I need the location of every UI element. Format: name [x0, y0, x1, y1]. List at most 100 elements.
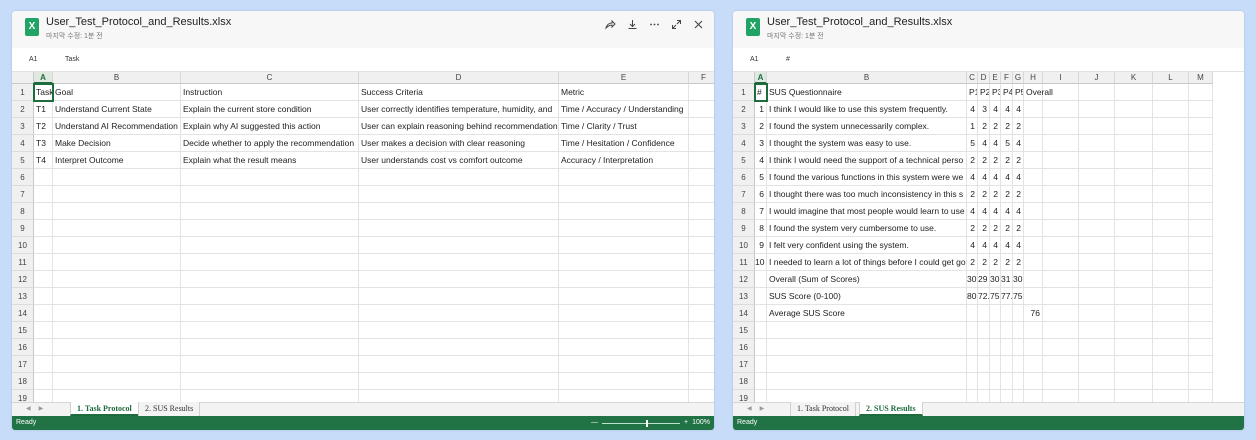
cell-g5[interactable]: 2 [1013, 152, 1024, 169]
cell-l15[interactable] [1153, 322, 1189, 339]
column-header-h[interactable]: H [1024, 72, 1043, 84]
cell-b16[interactable] [767, 339, 967, 356]
cell-i8[interactable] [1043, 203, 1079, 220]
cell-a5[interactable]: T4 [34, 152, 53, 169]
row-header[interactable]: 12 [12, 271, 34, 288]
cell-k9[interactable] [1115, 220, 1153, 237]
column-header-b[interactable]: B [767, 72, 967, 84]
cell-a3[interactable]: T2 [34, 118, 53, 135]
cell-e13[interactable] [559, 288, 689, 305]
cell-e2[interactable]: 4 [990, 101, 1001, 118]
cell-e8[interactable]: 4 [990, 203, 1001, 220]
cell-f13[interactable] [689, 288, 714, 305]
cell-d13[interactable] [359, 288, 559, 305]
cell-i2[interactable] [1043, 101, 1079, 118]
cell-b14[interactable] [53, 305, 181, 322]
cell-a6[interactable] [34, 169, 53, 186]
cell-e17[interactable] [559, 356, 689, 373]
cell-c18[interactable] [181, 373, 359, 390]
cell-e4[interactable]: 4 [990, 135, 1001, 152]
tab-task-protocol[interactable]: 1. Task Protocol [70, 402, 139, 416]
sheet-grid[interactable]: A B C D E F 1 Task Goal Instruction Success Criter… [12, 72, 714, 402]
cell-l14[interactable] [1153, 305, 1189, 322]
zoom-in-button[interactable]: + [684, 416, 688, 430]
cell-f10[interactable] [689, 237, 714, 254]
cell-m2[interactable] [1189, 101, 1213, 118]
cell-k3[interactable] [1115, 118, 1153, 135]
row-header[interactable]: 7 [12, 186, 34, 203]
cell-l13[interactable] [1153, 288, 1189, 305]
cell-l6[interactable] [1153, 169, 1189, 186]
cell-l18[interactable] [1153, 373, 1189, 390]
cell-e14[interactable] [990, 305, 1001, 322]
cell-a17[interactable] [755, 356, 767, 373]
cell-h15[interactable] [1024, 322, 1043, 339]
cell-e10[interactable] [559, 237, 689, 254]
row-header[interactable]: 2 [12, 101, 34, 118]
cell-d6[interactable] [359, 169, 559, 186]
cell-b19[interactable] [767, 390, 967, 402]
cell-e5[interactable]: Accuracy / Interpretation [559, 152, 689, 169]
cell-b6[interactable] [53, 169, 181, 186]
cell-m19[interactable] [1189, 390, 1213, 402]
cell-g2[interactable]: 4 [1013, 101, 1024, 118]
row-header[interactable]: 9 [12, 220, 34, 237]
cell-m11[interactable] [1189, 254, 1213, 271]
cell-a19[interactable] [34, 390, 53, 402]
formula-input[interactable]: # [783, 52, 1240, 67]
cell-b6[interactable]: I found the various functions in this sy… [767, 169, 967, 186]
cell-a3[interactable]: 2 [755, 118, 767, 135]
cell-b8[interactable] [53, 203, 181, 220]
cell-b5[interactable]: I think I would need the support of a te… [767, 152, 967, 169]
cell-d17[interactable] [978, 356, 990, 373]
cell-m15[interactable] [1189, 322, 1213, 339]
row-header[interactable]: 18 [733, 373, 755, 390]
cell-j18[interactable] [1079, 373, 1115, 390]
cell-c3[interactable]: Explain why AI suggested this action [181, 118, 359, 135]
cell-d3[interactable]: User can explain reasoning behind recomm… [359, 118, 559, 135]
cell-j12[interactable] [1079, 271, 1115, 288]
share-icon[interactable] [605, 19, 616, 30]
cell-m14[interactable] [1189, 305, 1213, 322]
cell-e12[interactable]: 30 [990, 271, 1001, 288]
cell-d9[interactable]: 2 [978, 220, 990, 237]
more-icon[interactable] [649, 19, 660, 30]
cell-m12[interactable] [1189, 271, 1213, 288]
sheet-nav[interactable]: ◀▶ [26, 405, 51, 412]
cell-j8[interactable] [1079, 203, 1115, 220]
cell-e12[interactable] [559, 271, 689, 288]
cell-m10[interactable] [1189, 237, 1213, 254]
cell-i18[interactable] [1043, 373, 1079, 390]
column-header-d[interactable]: D [978, 72, 990, 84]
cell-k16[interactable] [1115, 339, 1153, 356]
cell-l7[interactable] [1153, 186, 1189, 203]
column-header-a[interactable]: A [34, 72, 53, 84]
cell-l2[interactable] [1153, 101, 1189, 118]
cell-c11[interactable] [181, 254, 359, 271]
cell-j16[interactable] [1079, 339, 1115, 356]
cell-c12[interactable]: 30 [967, 271, 978, 288]
cell-e1[interactable]: P3 [990, 84, 1001, 101]
cell-h10[interactable] [1024, 237, 1043, 254]
cell-a6[interactable]: 5 [755, 169, 767, 186]
cell-i17[interactable] [1043, 356, 1079, 373]
cell-g3[interactable]: 2 [1013, 118, 1024, 135]
row-header[interactable]: 11 [12, 254, 34, 271]
cell-k5[interactable] [1115, 152, 1153, 169]
cell-c8[interactable] [181, 203, 359, 220]
cell-a11[interactable]: 10 [755, 254, 767, 271]
cell-b17[interactable] [53, 356, 181, 373]
cell-e18[interactable] [559, 373, 689, 390]
cell-d13[interactable]: 72.5 [978, 288, 990, 305]
cell-a16[interactable] [34, 339, 53, 356]
cell-d12[interactable] [359, 271, 559, 288]
cell-l3[interactable] [1153, 118, 1189, 135]
cell-a5[interactable]: 4 [755, 152, 767, 169]
cell-a2[interactable]: 1 [755, 101, 767, 118]
column-header-e[interactable]: E [990, 72, 1001, 84]
cell-j11[interactable] [1079, 254, 1115, 271]
row-header[interactable]: 17 [12, 356, 34, 373]
tab-sus-results[interactable]: 2. SUS Results [859, 402, 923, 416]
cell-k15[interactable] [1115, 322, 1153, 339]
column-header-l[interactable]: L [1153, 72, 1189, 84]
